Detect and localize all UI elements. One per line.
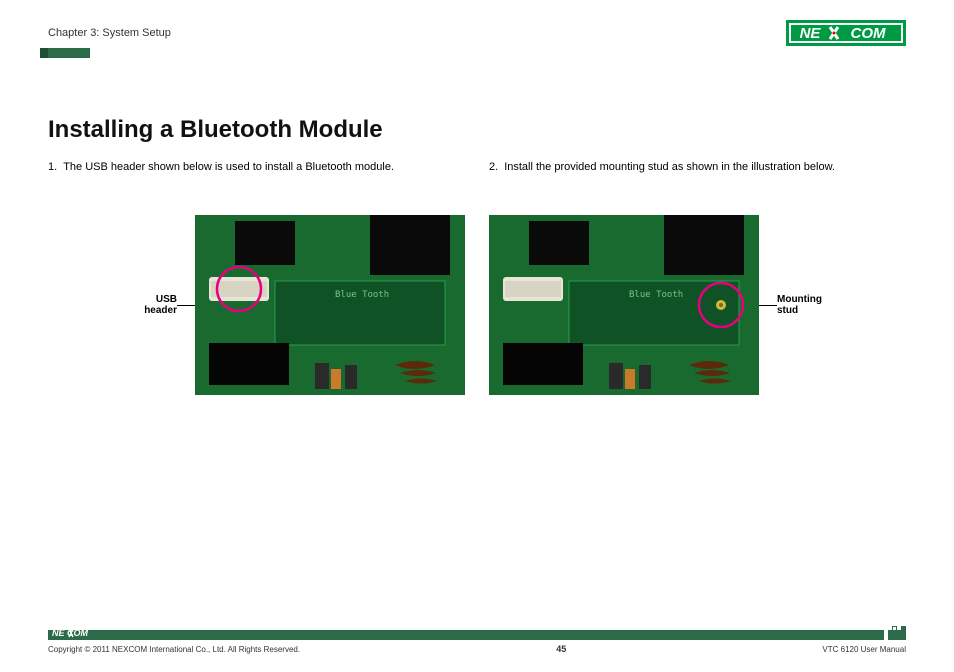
copyright-text: Copyright © 2011 NEXCOM International Co…	[48, 645, 300, 654]
step-number: 1.	[48, 160, 57, 175]
step-text: The USB header shown below is used to in…	[63, 160, 394, 175]
figure-row: USB header Blue Tooth	[48, 215, 906, 395]
callout-text: header	[144, 305, 177, 316]
svg-text:COM: COM	[851, 25, 887, 42]
step-1: 1. The USB header shown below is used to…	[48, 160, 465, 175]
nexcom-logo: NE COM	[786, 20, 906, 46]
page-title: Installing a Bluetooth Module	[48, 116, 906, 144]
header-row: Chapter 3: System Setup NE COM	[48, 20, 906, 46]
instruction-columns: 1. The USB header shown below is used to…	[48, 160, 906, 175]
svg-text:Blue Tooth: Blue Tooth	[335, 290, 389, 300]
callout-leader-line	[177, 305, 195, 306]
step-2: 2. Install the provided mounting stud as…	[489, 160, 906, 175]
footer-text-row: Copyright © 2011 NEXCOM International Co…	[48, 644, 906, 654]
chapter-label: Chapter 3: System Setup	[48, 27, 171, 39]
footer-bar	[48, 630, 906, 640]
step-text: Install the provided mounting stud as sh…	[504, 160, 835, 175]
figure-right: Blue Tooth Mounting stud	[489, 215, 906, 395]
step-number: 2.	[489, 160, 498, 175]
circuit-board-image: Blue Tooth	[489, 215, 759, 395]
callout-text: Mounting	[777, 294, 822, 305]
callout-usb-header: USB header	[129, 294, 177, 316]
circuit-board-image: Blue Tooth	[195, 215, 465, 395]
column-left: 1. The USB header shown below is used to…	[48, 160, 465, 175]
section-tab	[48, 48, 90, 58]
svg-text:NE: NE	[800, 25, 822, 42]
document-page: Chapter 3: System Setup NE COM Installin…	[0, 0, 954, 672]
nexcom-logo-small: NE COM	[52, 628, 108, 638]
figure-left: USB header Blue Tooth	[48, 215, 465, 395]
footer-thumb-icon	[892, 626, 906, 640]
doc-title: VTC 6120 User Manual	[822, 645, 906, 654]
page-number: 45	[556, 644, 566, 654]
callout-leader-line	[759, 305, 777, 306]
callout-mounting-stud: Mounting stud	[777, 294, 825, 316]
column-right: 2. Install the provided mounting stud as…	[489, 160, 906, 175]
callout-text: stud	[777, 305, 798, 316]
svg-text:Blue Tooth: Blue Tooth	[629, 290, 683, 300]
callout-text: USB	[156, 294, 177, 305]
footer-bar-gap	[884, 630, 888, 640]
